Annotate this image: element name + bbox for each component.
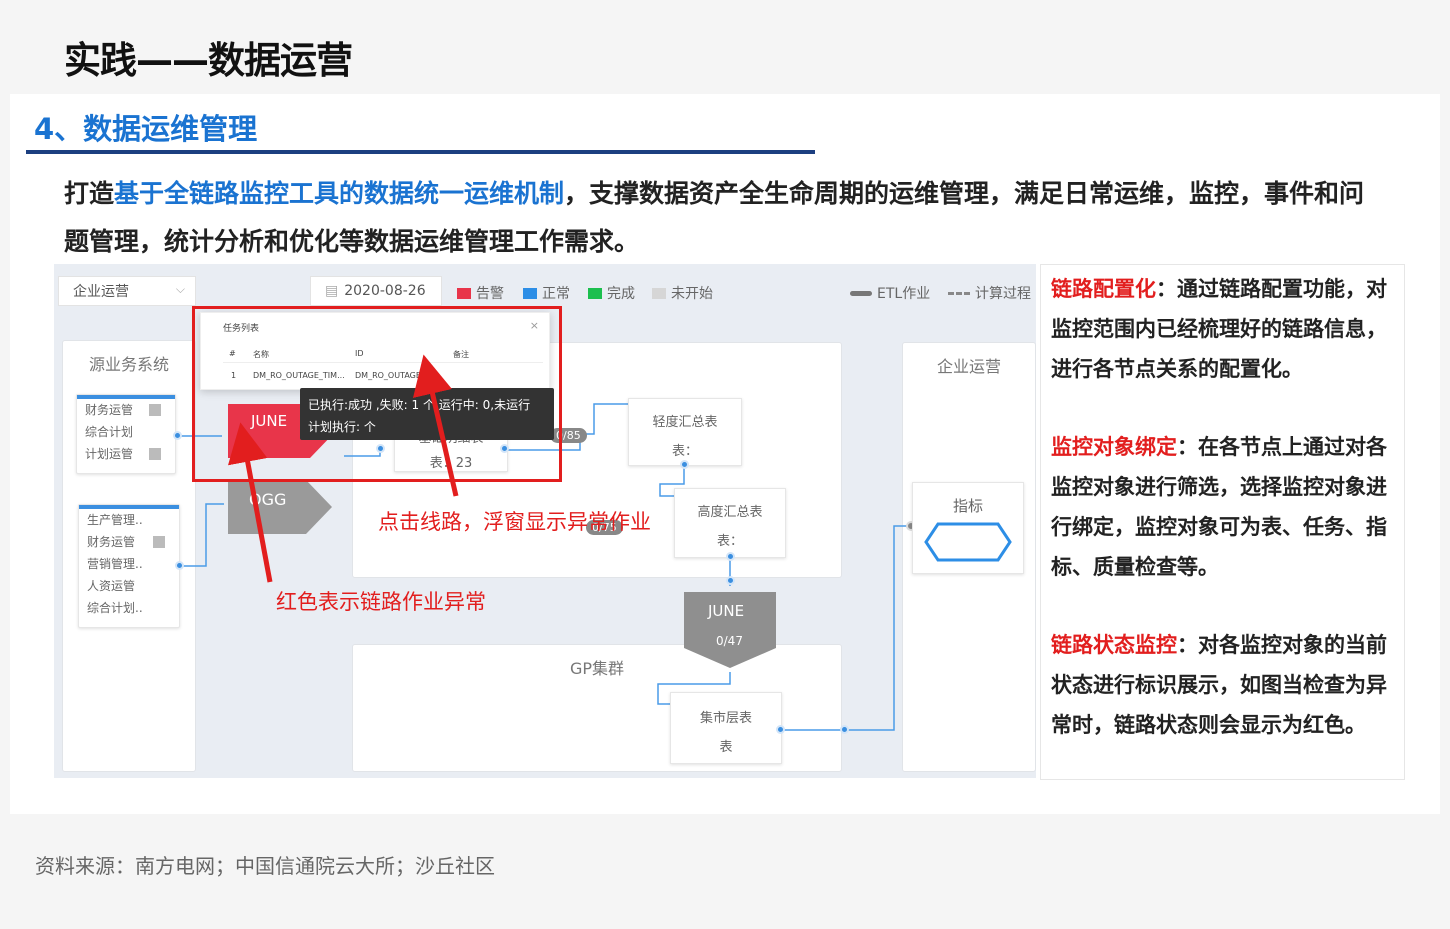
intro-highlight: 基于全链路监控工具的数据统一运维机制 xyxy=(114,179,565,208)
feature-key: 监控对象绑定 xyxy=(1051,435,1177,459)
section-title: 4、数据运维管理 xyxy=(34,112,258,146)
feature-object-binding: 监控对象绑定：在各节点上通过对各监控对象进行筛选，选择监控对象进行绑定，监控对象… xyxy=(1051,427,1396,587)
feature-key: 链路配置化 xyxy=(1051,277,1156,301)
feature-status-monitor: 链路状态监控：对各监控对象的当前状态进行标识展示，如图当检查为异常时，链路状态则… xyxy=(1051,625,1396,745)
feature-descriptions: 链路配置化：通过链路配置功能，对监控范围内已经梳理好的链路信息，进行各节点关系的… xyxy=(1040,264,1405,780)
monitor-screenshot: 企业运营 ⌵ ▤ 2020-08-26 告警 正常 完成 未开始 ETL作业 计… xyxy=(54,264,1036,778)
annotation-red-means: 红色表示链路作业异常 xyxy=(276,590,486,614)
feature-chain-config: 链路配置化：通过链路配置功能，对监控范围内已经梳理好的链路信息，进行各节点关系的… xyxy=(1051,269,1396,389)
feature-key: 链路状态监控 xyxy=(1051,633,1177,657)
source-note: 资料来源：南方电网；中国信通院云大所；沙丘社区 xyxy=(35,854,495,878)
annotation-click-line: 点击线路，浮窗显示异常作业 xyxy=(378,510,651,534)
arrow-to-tooltip xyxy=(412,354,459,497)
intro-prefix: 打造 xyxy=(64,179,115,208)
intro-paragraph: 打造基于全链路监控工具的数据统一运维机制，支撑数据资产全生命周期的运维管理，满足… xyxy=(64,170,1384,266)
arrow-to-red-node xyxy=(227,422,273,583)
page-title: 实践——数据运营 xyxy=(64,39,353,82)
section-divider xyxy=(26,150,815,154)
